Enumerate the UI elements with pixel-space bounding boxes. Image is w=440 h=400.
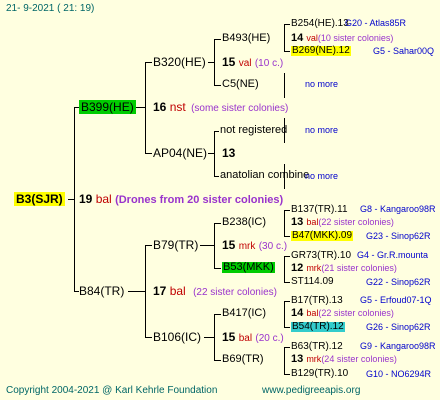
queen-st114-09[interactable]: ST114.09 [291,277,334,287]
pedigree-chart: 21- 9-2021 ( 21: 19) Copyright 2004-2021… [0,0,440,400]
g3-6-info: 14 bal(22 sister colonies) [291,307,394,319]
g3-1-nomore: no more [305,79,339,89]
queen-b137tr11[interactable]: B137(TR).11 [291,205,348,215]
g4-0-id: G20 - Atlas85R [345,18,407,28]
g2-2-info: 15 mrk (30 c.) [222,238,288,252]
queen-gr73tr10[interactable]: GR73(TR).10 [291,251,351,261]
queen-b417ic[interactable]: B417(IC) [222,308,266,319]
copyright-text: Copyright 2004-2021 @ Karl Kehrle Founda… [6,385,218,396]
g1-0-info: 16 nst (some sister colonies) [153,100,289,114]
root-info: 19 bal (Drones from 20 sister colonies) [79,193,283,206]
root-note: (Drones from 20 sister colonies) [115,194,284,206]
g3-7-info: 13 mrk(24 sister colonies) [291,353,397,365]
queen-b129tr10[interactable]: B129(TR).10 [291,369,348,379]
g4-8-id: G9 - Kangaroo98R [360,341,436,351]
queen-b47mkk09[interactable]: B47(MKK).09 [291,231,354,241]
g4-4-id: G4 - Gr.R.mounta [357,250,429,260]
queen-anatolian-combine: anatolian combine [220,169,310,181]
queen-b54tr12[interactable]: B54(TR).12 [291,322,345,332]
g3-0-info: 14 val(10 sister colonies) [291,32,394,44]
g3-3-nomore: no more [305,171,339,181]
g2-1-info: 13 [222,146,236,160]
root-gen: 19 [79,192,93,206]
root-queen[interactable]: B3(SJR) [14,192,65,206]
g4-1-id: G5 - Sahar00Q [373,46,435,56]
queen-b320he[interactable]: B320(HE) [153,56,206,68]
queen-c5ne[interactable]: C5(NE) [222,79,259,90]
g4-2-id: G8 - Kangaroo98R [360,204,436,214]
g2-3-info: 15 bal (20 c.) [222,330,284,344]
g3-4-info: 13 bal(22 sister colonies) [291,216,394,228]
queen-b399he[interactable]: B399(HE) [79,100,136,114]
queen-b493he[interactable]: B493(HE) [222,33,270,44]
queen-b69tr[interactable]: B69(TR) [222,354,264,365]
root-source: bal [95,192,112,206]
g4-7-id: G26 - Sinop62R [366,322,431,332]
date-header: 21- 9-2021 ( 21: 19) [6,3,95,14]
g3-5-info: 12 mrk(21 sister colonies) [291,262,397,274]
queen-b254he13[interactable]: B254(HE).13 [291,19,349,29]
g4-9-id: G10 - NO6294R [366,369,432,379]
g4-3-id: G23 - Sinop62R [366,231,431,241]
g4-5-id: G22 - Sinop62R [366,277,431,287]
queen-b53mkk[interactable]: B53(MKK) [222,262,275,273]
queen-ap04ne[interactable]: AP04(NE) [153,147,207,159]
g2-0-info: 15 val (10 c.) [222,55,284,69]
g3-2-nomore: no more [305,125,339,135]
queen-b84tr[interactable]: B84(TR) [79,285,124,297]
queen-b269ne12[interactable]: B269(NE).12 [291,46,351,56]
queen-not-registered: not registered [220,124,288,136]
queen-b17tr13[interactable]: B17(TR).13 [291,296,343,306]
g1-1-info: 17 bal (22 sister colonies) [153,284,277,298]
queen-b79tr[interactable]: B79(TR) [153,239,198,251]
queen-b63tr12[interactable]: B63(TR).12 [291,342,343,352]
website-link[interactable]: www.pedigreeapis.org [262,386,360,396]
queen-b106ic[interactable]: B106(IC) [153,331,201,343]
g4-6-id: G5 - Erfoud07-1Q [360,295,432,305]
queen-b238ic[interactable]: B238(IC) [222,217,266,228]
